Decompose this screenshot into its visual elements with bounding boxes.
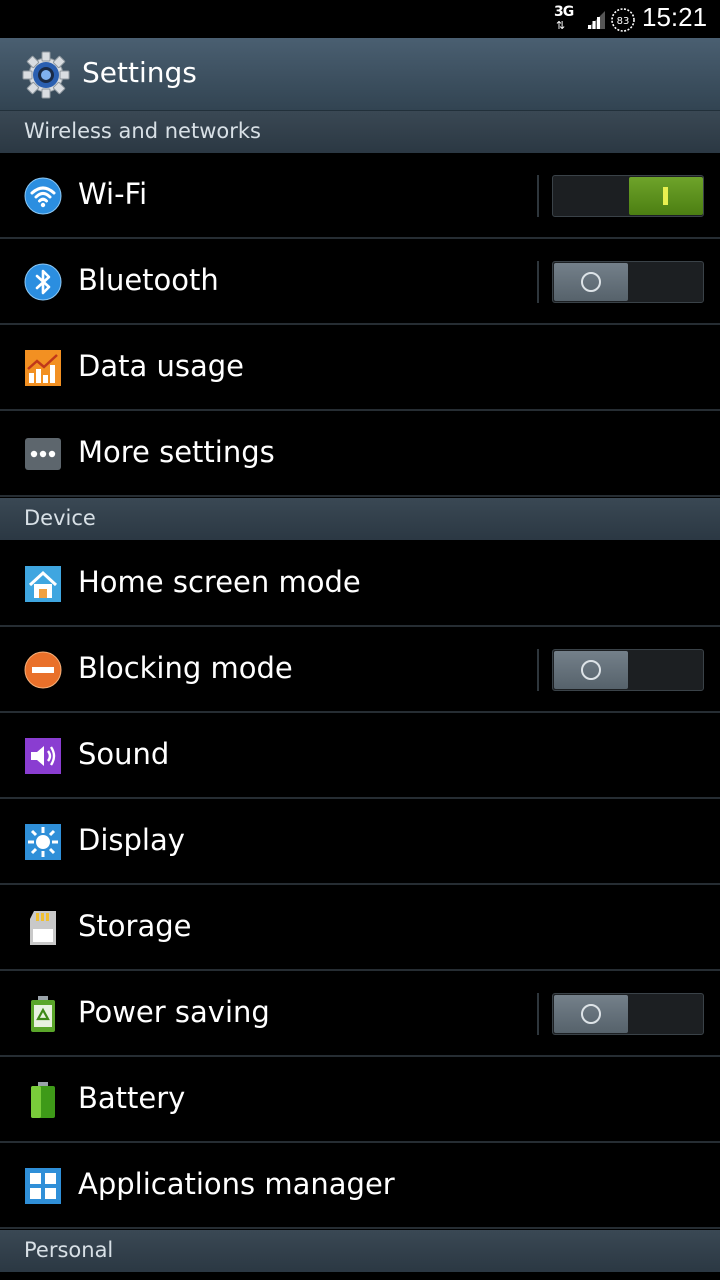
section-header-device: Device — [0, 498, 720, 540]
settings-item-label: Wi-Fi — [78, 177, 148, 211]
blocking-mode-toggle[interactable] — [552, 649, 704, 691]
battery-icon — [31, 1082, 55, 1118]
battery-status-icon: 83 — [610, 7, 636, 33]
clock: 15:21 — [642, 2, 708, 32]
signal-strength-icon — [587, 11, 605, 29]
section-header-wireless: Wireless and networks — [0, 111, 720, 153]
settings-item-more-settings[interactable]: More settings — [0, 411, 720, 497]
brightness-icon — [25, 824, 61, 860]
page-title: Settings — [82, 56, 197, 89]
settings-item-label: Data usage — [78, 349, 244, 383]
battery-level-text: 83 — [617, 16, 630, 27]
settings-item-label: Display — [78, 823, 185, 857]
power-saving-toggle[interactable] — [552, 993, 704, 1035]
status-bar: 3G ⇅ 83 15:21 — [0, 0, 720, 38]
data-activity-icon: ⇅ — [556, 19, 566, 32]
network-type-indicator: 3G ⇅ — [553, 4, 577, 33]
settings-item-battery[interactable]: Battery — [0, 1057, 720, 1143]
home-icon — [25, 566, 61, 602]
settings-gear-icon[interactable] — [21, 50, 71, 100]
data-usage-chart-icon — [25, 350, 61, 386]
power-saving-recycle-icon — [31, 996, 55, 1032]
settings-item-label: Home screen mode — [78, 565, 361, 599]
settings-item-label: Applications manager — [78, 1167, 395, 1201]
settings-item-label: Blocking mode — [78, 651, 293, 685]
settings-item-applications-manager[interactable]: Applications manager — [0, 1143, 720, 1229]
toggle-knob — [554, 651, 628, 689]
bluetooth-icon — [24, 263, 62, 301]
settings-item-bluetooth[interactable]: Bluetooth — [0, 239, 720, 325]
settings-item-display[interactable]: Display — [0, 799, 720, 885]
section-title: Personal — [24, 1238, 114, 1262]
settings-item-blocking-mode[interactable]: Blocking mode — [0, 627, 720, 713]
bluetooth-toggle[interactable] — [552, 261, 704, 303]
apps-grid-icon — [25, 1168, 61, 1204]
divider — [537, 649, 539, 691]
settings-item-label: Power saving — [78, 995, 270, 1029]
divider — [537, 261, 539, 303]
settings-item-label: Sound — [78, 737, 170, 771]
settings-item-storage[interactable]: Storage — [0, 885, 720, 971]
speaker-icon — [25, 738, 61, 774]
wifi-toggle[interactable] — [552, 175, 704, 217]
divider — [537, 175, 539, 217]
settings-item-home-screen-mode[interactable]: Home screen mode — [0, 541, 720, 627]
settings-item-label: Storage — [78, 909, 192, 943]
toggle-knob — [629, 177, 703, 215]
settings-item-label: Battery — [78, 1081, 186, 1115]
section-title: Device — [24, 506, 96, 530]
more-dots-icon — [25, 438, 61, 470]
settings-item-wifi[interactable]: Wi-Fi — [0, 153, 720, 239]
settings-item-label: More settings — [78, 435, 275, 469]
block-icon — [24, 651, 62, 689]
section-header-personal: Personal — [0, 1230, 720, 1272]
sd-card-icon — [30, 911, 56, 945]
settings-item-label: Bluetooth — [78, 263, 219, 297]
settings-item-data-usage[interactable]: Data usage — [0, 325, 720, 411]
toggle-knob — [554, 995, 628, 1033]
settings-item-sound[interactable]: Sound — [0, 713, 720, 799]
settings-item-power-saving[interactable]: Power saving — [0, 971, 720, 1057]
section-title: Wireless and networks — [24, 119, 261, 143]
divider — [537, 993, 539, 1035]
network-type-label: 3G — [554, 4, 574, 20]
toggle-knob — [554, 263, 628, 301]
wifi-icon — [24, 177, 62, 215]
action-bar: Settings — [0, 38, 720, 111]
